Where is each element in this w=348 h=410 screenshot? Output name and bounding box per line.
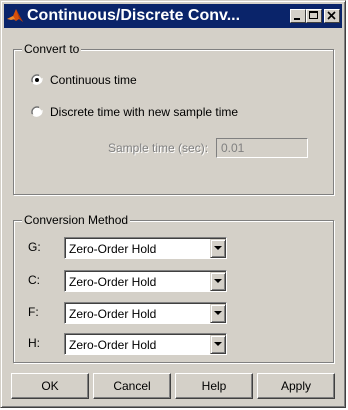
- cancel-button[interactable]: Cancel: [93, 373, 171, 399]
- g-method-dropdown[interactable]: Zero-Order Hold: [64, 237, 227, 259]
- f-method-dropdown[interactable]: Zero-Order Hold: [64, 302, 227, 324]
- c-dropdown-button[interactable]: [210, 272, 226, 291]
- maximize-icon: [309, 11, 318, 19]
- minimize-icon: [294, 18, 300, 20]
- dialog-window: Continuous/Discrete Conv... Convert to C…: [0, 0, 346, 408]
- g-label: G:: [28, 240, 41, 254]
- dropdown-frame: Zero-Order Hold: [65, 238, 226, 258]
- sample-time-label: Sample time (sec):: [108, 141, 209, 155]
- discrete-time-label: Discrete time with new sample time: [50, 105, 239, 119]
- radio-selected-icon[interactable]: [31, 74, 43, 86]
- convert-to-group: Convert to Continuous time Discrete time…: [13, 42, 334, 195]
- dropdown-frame: Zero-Order Hold: [65, 334, 226, 354]
- h-method-value: Zero-Order Hold: [69, 338, 157, 352]
- f-dropdown-button[interactable]: [210, 304, 226, 323]
- chevron-down-icon: [214, 279, 222, 283]
- conversion-method-label: Conversion Method: [22, 213, 131, 227]
- chevron-down-icon: [214, 342, 222, 346]
- dropdown-frame: Zero-Order Hold: [65, 303, 226, 323]
- c-method-value: Zero-Order Hold: [69, 275, 157, 289]
- h-label: H:: [28, 336, 40, 350]
- window-title: Continuous/Discrete Conv...: [27, 7, 241, 24]
- continuous-time-label: Continuous time: [50, 73, 137, 87]
- minimize-button[interactable]: [290, 9, 306, 23]
- h-method-dropdown[interactable]: Zero-Order Hold: [64, 333, 227, 355]
- chevron-down-icon: [214, 246, 222, 250]
- discrete-time-option[interactable]: Discrete time with new sample time: [31, 105, 238, 119]
- matlab-logo-icon: [7, 9, 23, 22]
- chevron-down-icon: [214, 311, 222, 315]
- g-dropdown-button[interactable]: [210, 239, 226, 258]
- sample-time-input[interactable]: 0.01: [216, 138, 308, 158]
- close-button[interactable]: [324, 9, 340, 23]
- help-button[interactable]: Help: [175, 373, 253, 399]
- ok-button[interactable]: OK: [11, 373, 89, 399]
- dropdown-frame: Zero-Order Hold: [65, 271, 226, 291]
- title-bar[interactable]: Continuous/Discrete Conv...: [4, 4, 342, 28]
- close-icon: [327, 11, 336, 20]
- g-method-value: Zero-Order Hold: [69, 242, 157, 256]
- radio-unselected-icon[interactable]: [31, 106, 43, 118]
- conversion-method-group: Conversion Method G: Zero-Order Hold C: …: [13, 213, 334, 363]
- c-method-dropdown[interactable]: Zero-Order Hold: [64, 270, 227, 292]
- f-method-value: Zero-Order Hold: [69, 307, 157, 321]
- c-label: C:: [28, 273, 40, 287]
- convert-to-label: Convert to: [22, 42, 82, 56]
- apply-button[interactable]: Apply: [257, 373, 335, 399]
- f-label: F:: [28, 305, 39, 319]
- maximize-button[interactable]: [306, 9, 322, 23]
- h-dropdown-button[interactable]: [210, 335, 226, 354]
- continuous-time-option[interactable]: Continuous time: [31, 73, 137, 87]
